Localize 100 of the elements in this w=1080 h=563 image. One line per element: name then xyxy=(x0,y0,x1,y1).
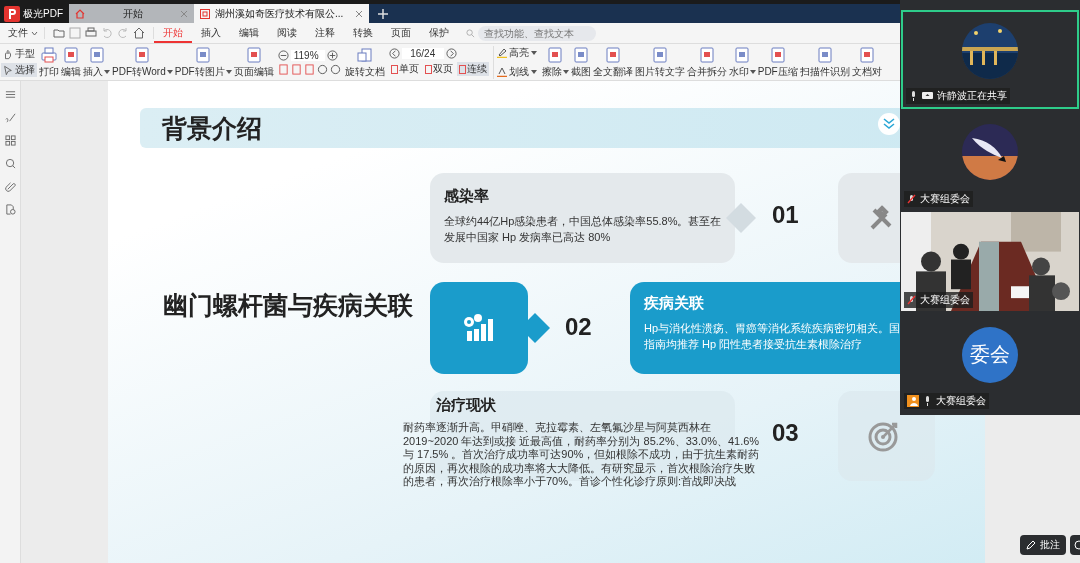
signature-icon[interactable] xyxy=(4,112,16,123)
app-name: 极光PDF xyxy=(23,6,63,21)
printer-icon[interactable] xyxy=(40,45,58,64)
folder-icon[interactable] xyxy=(53,27,65,39)
participant-tile[interactable]: 大赛组委会 xyxy=(901,212,1079,311)
menu-tab[interactable]: 页面 xyxy=(382,23,420,43)
caret-icon[interactable] xyxy=(562,69,569,74)
hand-icon xyxy=(3,48,13,60)
zoom-field[interactable]: 119% xyxy=(290,49,325,61)
card-heading: 感染率 xyxy=(444,187,489,206)
caret-icon[interactable] xyxy=(749,69,756,74)
document-icon[interactable] xyxy=(857,45,876,64)
toolbar-button[interactable]: 截图 xyxy=(570,64,591,79)
paperclip-icon[interactable] xyxy=(4,181,16,192)
page-fit-icon[interactable] xyxy=(290,63,302,75)
document-icon[interactable] xyxy=(571,45,590,64)
view-button[interactable]: 连续 xyxy=(456,62,489,76)
toolbar-button[interactable]: 图片转文字 xyxy=(634,64,685,79)
card-text: 耐药率逐渐升高。甲硝唑、克拉霉素、左氧氟沙星与阿莫西林在 2019~2020 年达到或接 近最高值，耐药率分别为 85.2%、33.0%、41.6% 与 17.5% 。首次治疗成功率可达90%，但如根除不成功，由于抗生素耐药 的原因，再次根除的成功率将大大降低。有研究显示，首次根除治疗失败 的患者，再次治疗根除率小于70%。首诊个性化诊疗原则:首战即决战 xyxy=(403,421,760,489)
document-icon[interactable] xyxy=(815,45,834,64)
document-icon[interactable] xyxy=(546,45,565,64)
thumbnails-icon[interactable] xyxy=(4,135,16,146)
view-button[interactable]: 双页 xyxy=(422,62,455,76)
toolbar-button[interactable]: 合并拆分 xyxy=(686,64,727,79)
document-clock-icon[interactable] xyxy=(4,204,16,215)
page-fit-icon[interactable] xyxy=(303,63,315,75)
toolbar-button[interactable]: 水印 xyxy=(728,64,756,79)
toolbar-button[interactable]: 页面编辑 xyxy=(233,64,274,79)
page-fit-icon[interactable] xyxy=(277,63,289,75)
toolbar-button[interactable]: 打印 xyxy=(39,64,59,79)
document-icon[interactable] xyxy=(650,45,669,64)
page-number-field[interactable]: 16/24 xyxy=(401,48,444,59)
new-tab-icon[interactable] xyxy=(377,8,389,20)
caret-icon[interactable] xyxy=(104,69,110,74)
participant-name: 大赛组委会 xyxy=(920,293,970,307)
document-tab[interactable]: 湖州溪如奇医疗技术有限公... xyxy=(194,4,369,23)
toolbar-button[interactable]: 文档对 xyxy=(851,64,882,79)
markup-button[interactable]: 高亮 xyxy=(508,45,529,60)
annotate-button[interactable]: 批注 xyxy=(1020,535,1066,555)
home-icon xyxy=(75,8,85,19)
toolbar-button[interactable]: PDF转Word xyxy=(112,64,173,79)
view-button[interactable]: 单页 xyxy=(388,62,421,76)
menu-tab[interactable]: 编辑 xyxy=(230,23,268,43)
document-icon[interactable] xyxy=(733,45,752,64)
close-icon[interactable] xyxy=(355,9,363,18)
card-text: Hp与消化性溃疡、胃癌等消化系统疾病密切相关。国 指南均推荐 Hp 阳性患者接受抗生素根除治疗 xyxy=(644,321,901,352)
mode-button[interactable]: 手型 xyxy=(1,47,37,61)
document-icon[interactable] xyxy=(603,45,622,64)
document-icon[interactable] xyxy=(697,45,716,64)
menu-tab[interactable]: 阅读 xyxy=(268,23,306,43)
document-tab[interactable]: 开始 xyxy=(69,4,194,23)
next-page-icon[interactable] xyxy=(445,48,457,59)
zoom-out-icon[interactable] xyxy=(277,49,289,61)
mode-button[interactable]: 选择 xyxy=(1,63,37,77)
highlighter-icon[interactable] xyxy=(496,47,507,58)
caret-icon[interactable] xyxy=(31,30,38,36)
menu-tab[interactable]: 注释 xyxy=(306,23,344,43)
toolbar-button[interactable]: 擦除 xyxy=(541,64,569,79)
page-icon xyxy=(390,64,398,74)
rotate-document-icon[interactable] xyxy=(355,45,374,64)
document-icon[interactable] xyxy=(244,45,263,64)
file-menu[interactable]: 文件 xyxy=(0,26,31,40)
menu-tab[interactable]: 转换 xyxy=(344,23,382,43)
document-icon[interactable] xyxy=(194,45,213,64)
search-icon[interactable] xyxy=(4,158,16,169)
toolbar-button[interactable]: PDF压缩 xyxy=(757,64,798,79)
toolbar-button[interactable]: PDF转图片 xyxy=(174,64,232,79)
person-icon xyxy=(907,395,919,407)
document-icon[interactable] xyxy=(768,45,787,64)
document-icon[interactable] xyxy=(62,45,80,64)
participant-tile[interactable]: 许静波正在共享 xyxy=(901,10,1079,109)
underline-icon[interactable] xyxy=(496,66,507,77)
rotate-button[interactable]: 旋转文档 xyxy=(344,64,385,79)
menu-icon[interactable] xyxy=(4,89,16,100)
slide-title: 幽门螺杆菌与疾病关联 xyxy=(163,290,413,321)
printer-icon[interactable] xyxy=(85,27,97,39)
caret-icon[interactable] xyxy=(225,69,232,74)
toolbar-button[interactable]: 扫描件识别 xyxy=(799,64,850,79)
page-fit-icon[interactable] xyxy=(316,63,328,75)
toolbar-button[interactable]: 编辑 xyxy=(61,64,81,79)
caret-icon[interactable] xyxy=(166,69,173,74)
pdf-file-icon xyxy=(200,8,210,19)
toolbar-button[interactable]: 插入 xyxy=(83,64,110,79)
search-icon xyxy=(466,28,475,38)
menu-tab[interactable]: 保护 xyxy=(420,23,458,43)
page-fit-icon[interactable] xyxy=(329,63,341,75)
toolbar-button[interactable]: 全文翻译 xyxy=(592,64,633,79)
card-heading: 疾病关联 xyxy=(644,294,704,313)
pen-icon xyxy=(1026,540,1036,550)
home-icon[interactable] xyxy=(133,27,145,39)
document-icon[interactable] xyxy=(133,45,152,64)
zoom-in-icon[interactable] xyxy=(326,49,338,61)
previous-page-icon[interactable] xyxy=(388,48,400,59)
search-field[interactable]: 查找功能、查找文本 xyxy=(478,25,596,41)
document-icon[interactable] xyxy=(87,45,106,64)
caret-icon[interactable] xyxy=(530,69,537,74)
caret-icon[interactable] xyxy=(530,50,537,55)
menu-tab[interactable]: 插入 xyxy=(192,23,230,43)
markup-button[interactable]: 划线 xyxy=(508,64,529,79)
gear-chart-icon xyxy=(462,313,496,343)
